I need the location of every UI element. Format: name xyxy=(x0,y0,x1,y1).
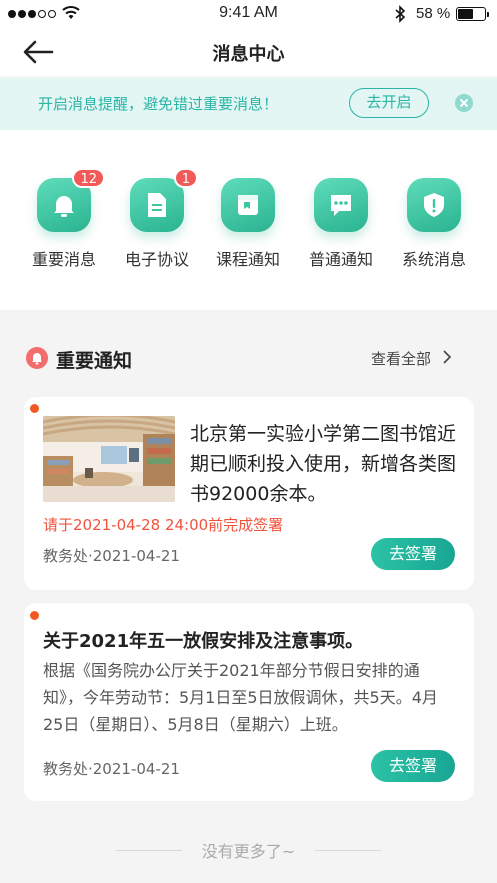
notification-card[interactable]: 关于2021年五一放假安排及注意事项。 根据《国务院办公厅关于2021年部分节假… xyxy=(24,603,474,801)
list-end-indicator: 没有更多了~ xyxy=(0,838,497,862)
book-icon xyxy=(221,178,275,232)
status-bar: 9:41 AM 58 % xyxy=(0,0,497,28)
see-all-link[interactable]: 查看全部 xyxy=(371,348,431,369)
divider xyxy=(315,850,381,851)
bluetooth-icon xyxy=(395,5,406,23)
category-e-agreement[interactable]: 1 电子协议 xyxy=(112,168,202,270)
unread-dot xyxy=(30,404,39,413)
notification-card[interactable]: 北京第一实验小学第二图书馆近期已顺利投入使用，新增各类图书92000余本。 请于… xyxy=(24,397,474,590)
category-label: 电子协议 xyxy=(124,250,189,269)
unread-dot xyxy=(30,611,39,620)
notification-reminder-bar: 开启消息提醒，避免错过重要消息！ 去开启 xyxy=(0,78,497,130)
bell-icon: 12 xyxy=(37,168,105,232)
document-icon: 1 xyxy=(130,168,198,232)
sender-date: 教务处·2021-04-21 xyxy=(43,547,180,565)
category-panel: 12 重要消息 1 电子协议 课程通知 普通通知 系统消息 xyxy=(0,130,497,310)
library-photo xyxy=(43,416,175,502)
category-label: 系统消息 xyxy=(401,250,466,269)
sender-date: 教务处·2021-04-21 xyxy=(43,760,180,778)
chat-bubble-icon xyxy=(314,178,368,232)
close-icon[interactable] xyxy=(455,94,473,112)
notification-body: 根据《国务院办公厅关于2021年部分节假日安排的通知》，今年劳动节：5月1日至5… xyxy=(43,661,438,734)
shield-alert-icon xyxy=(407,178,461,232)
sign-button[interactable]: 去签署 xyxy=(371,538,455,570)
category-system[interactable]: 系统消息 xyxy=(389,178,479,270)
unread-count-badge: 12 xyxy=(72,168,105,188)
sign-button[interactable]: 去签署 xyxy=(371,750,455,782)
category-important[interactable]: 12 重要消息 xyxy=(19,168,109,270)
category-label: 普通通知 xyxy=(308,250,373,269)
unread-count-badge: 1 xyxy=(173,168,198,188)
section-header: 重要通知 查看全部 xyxy=(0,330,497,380)
reminder-text: 开启消息提醒，避免错过重要消息！ xyxy=(38,95,279,113)
notification-title: 北京第一实验小学第二图书馆近期已顺利投入使用，新增各类图书92000余本。 xyxy=(190,423,457,505)
chevron-right-icon[interactable] xyxy=(442,350,452,364)
category-label: 重要消息 xyxy=(31,250,96,269)
page-title: 消息中心 xyxy=(212,44,285,65)
enable-reminder-button[interactable]: 去开启 xyxy=(349,88,429,118)
section-title: 重要通知 xyxy=(56,350,133,372)
battery-percent: 58 % xyxy=(416,5,451,22)
bell-icon xyxy=(26,347,48,369)
notification-title: 关于2021年五一放假安排及注意事项。 xyxy=(43,631,364,652)
battery-icon xyxy=(456,7,489,21)
category-course[interactable]: 课程通知 xyxy=(203,178,293,270)
sign-deadline: 请于2021-04-28 24:00前完成签署 xyxy=(43,516,284,534)
category-label: 课程通知 xyxy=(215,250,280,269)
navigation-bar: 消息中心 xyxy=(0,28,497,76)
category-general[interactable]: 普通通知 xyxy=(296,178,386,270)
no-more-text: 没有更多了~ xyxy=(201,842,296,861)
